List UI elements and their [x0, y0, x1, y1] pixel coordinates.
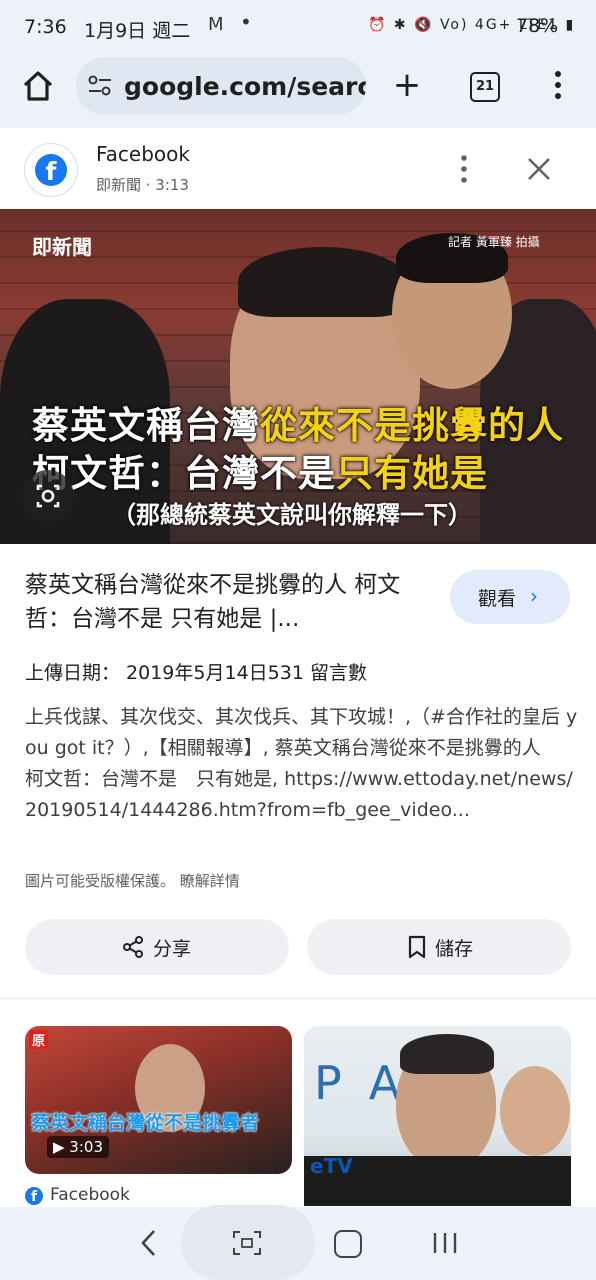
upload-info: 上傳日期： 2019年5月14日531 留言數	[25, 662, 367, 684]
lens-icon	[36, 484, 60, 508]
more-vert-icon	[555, 71, 561, 99]
card-source: Facebook	[50, 1185, 130, 1205]
caption-line-2: 柯文哲：台灣不是只有她是	[32, 452, 488, 495]
plus-icon: +	[392, 65, 422, 105]
chevron-right-icon: ›	[530, 584, 538, 608]
save-button[interactable]: 儲存	[307, 919, 571, 975]
capture-button[interactable]	[232, 1230, 262, 1256]
tab-switcher-button[interactable]: 21	[470, 72, 500, 102]
copyright-notice[interactable]: 圖片可能受版權保護。 瞭解詳情	[25, 870, 240, 891]
video-thumbnail[interactable]: 即新聞 記者 黃軍臻 拍攝 蔡英文稱台灣從來不是挑釁的人 柯文哲：台灣不是只有她…	[0, 209, 596, 544]
source-meta: 即新聞 · 3:13	[96, 176, 189, 194]
bookmark-icon	[408, 935, 426, 959]
photo-credit: 記者 黃軍臻 拍攝	[448, 235, 540, 249]
person-hair	[400, 1034, 494, 1074]
source-name[interactable]: Facebook	[96, 142, 190, 166]
etv-logo: eTV	[310, 1154, 353, 1178]
result-title[interactable]: 蔡英文稱台灣從來不是挑釁的人 柯文哲：台灣不是 只有她是 |...	[25, 568, 425, 636]
related-video-card[interactable]: 原 蔡英文稱台灣從不是挑釁者 ▶ 3:03	[25, 1026, 292, 1174]
close-icon	[528, 158, 550, 180]
recents-button[interactable]	[432, 1231, 458, 1255]
close-button[interactable]	[524, 154, 554, 184]
home-icon	[23, 71, 53, 101]
facebook-logo: f	[24, 143, 78, 197]
battery-level: 78%	[516, 15, 559, 37]
result-more-button[interactable]	[454, 154, 474, 184]
screenshot-capture-icon	[233, 1231, 261, 1255]
more-vert-icon	[461, 155, 467, 183]
share-label: 分享	[153, 938, 192, 960]
person-face	[500, 1066, 570, 1156]
status-time: 7:36	[24, 16, 67, 38]
watch-button[interactable]: 觀看 ›	[450, 570, 570, 624]
site-settings-icon[interactable]	[88, 75, 112, 97]
gmail-icon: M	[208, 14, 224, 35]
share-button[interactable]: 分享	[25, 919, 289, 975]
caption-line-3: （那總統蔡英文說叫你解釋一下）	[112, 501, 472, 529]
status-date: 1月9日 週二	[84, 20, 191, 42]
browser-menu-button[interactable]	[548, 70, 568, 100]
person-hair	[238, 247, 408, 317]
home-nav-button[interactable]	[334, 1230, 362, 1258]
card-caption: 蔡英文稱台灣從不是挑釁者	[31, 1112, 260, 1134]
facebook-icon: f	[25, 1187, 43, 1205]
card-tag: 原	[29, 1030, 49, 1049]
divider	[0, 998, 596, 999]
facebook-icon: f	[35, 154, 67, 186]
result-description: 上兵伐謀、其次伐交、其次伐兵、其下攻城！,（#合作社的皇后 you got it…	[25, 706, 578, 821]
back-icon	[141, 1230, 155, 1256]
related-image-card[interactable]: PAI eTV	[304, 1026, 571, 1206]
url-text[interactable]: google.com/searcl	[124, 72, 366, 101]
recents-icon	[433, 1233, 457, 1253]
new-tab-button[interactable]: +	[392, 68, 422, 102]
share-icon	[123, 936, 143, 958]
caption-line-1: 蔡英文稱台灣從來不是挑釁的人	[32, 404, 564, 447]
notification-dot-icon: •	[240, 10, 252, 34]
address-bar[interactable]: google.com/searcl	[76, 57, 366, 115]
google-lens-button[interactable]	[22, 470, 74, 522]
status-bar: 7:36 1月9日 週二 M • ⏰ ✱ 🔇 Vo) 4G+ LTE1 ▮ 78…	[0, 0, 596, 56]
news-logo: 即新聞	[32, 235, 92, 259]
video-duration: ▶ 3:03	[47, 1136, 109, 1158]
home-button[interactable]	[18, 66, 58, 106]
back-button[interactable]	[138, 1228, 160, 1258]
watch-label: 觀看	[478, 588, 517, 610]
save-label: 儲存	[435, 938, 474, 960]
